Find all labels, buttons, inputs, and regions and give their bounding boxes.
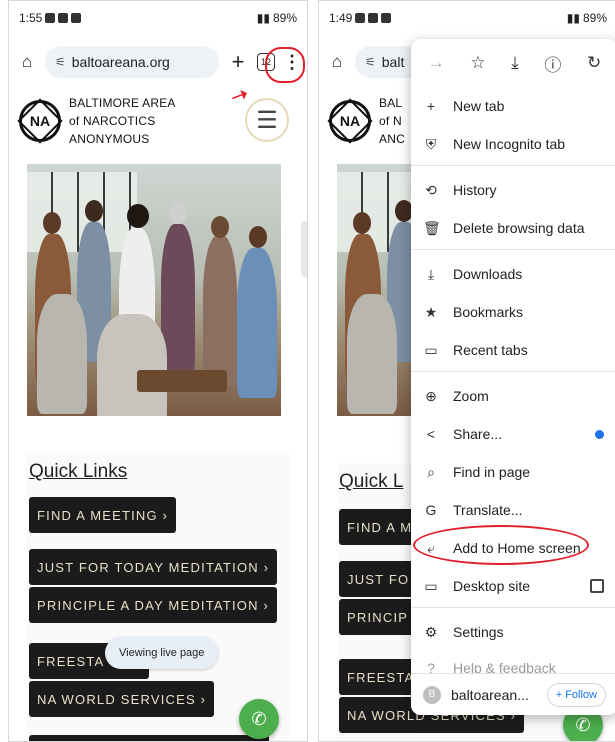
follow-site-bar: B baltoarean... + Follow (411, 673, 615, 715)
battery-level: 89% (582, 11, 607, 25)
principle-a-day-button[interactable]: PRINCIP (339, 599, 419, 635)
na-logo[interactable]: NA (19, 100, 61, 142)
forward-icon[interactable]: → (428, 53, 445, 73)
download-icon[interactable]: ⤓ (511, 53, 519, 73)
hamburger-menu-icon[interactable]: ☰ (245, 98, 289, 142)
viewing-live-page-toast: Viewing live page (105, 637, 219, 669)
menu-item-new-tab[interactable]: + New tab (411, 87, 615, 125)
gear-icon: ⚙ (424, 623, 438, 640)
share-icon: < (426, 426, 436, 442)
annotation-circle-menu-button (265, 47, 305, 83)
menu-item-incognito[interactable]: ⛨ New Incognito tab (411, 125, 615, 163)
link-button[interactable] (29, 735, 269, 741)
find-a-meeting-button[interactable]: FIND A MEETING › (29, 497, 177, 533)
quick-links-section: Quick Links FIND A MEETING › JUST FOR TO… (27, 453, 289, 741)
signal-icon: ▮▮ (256, 11, 270, 25)
site-domain: baltoarean... (451, 686, 529, 703)
status-time: 1:49 (329, 11, 353, 25)
site-name[interactable]: BAL of N ANC (379, 94, 405, 148)
new-badge-dot (595, 429, 604, 439)
trash-icon: 🗑 (423, 219, 441, 236)
menu-item-history[interactable]: ⟲ History (411, 171, 615, 209)
notification-icon (45, 13, 56, 23)
phone-call-icon[interactable]: ✆ (239, 699, 279, 739)
menu-item-zoom[interactable]: ⊕ Zoom (411, 377, 615, 415)
just-for-today-button[interactable]: JUST FO (339, 561, 419, 597)
principle-a-day-button[interactable]: PRINCIPLE A DAY MEDITATION › (29, 587, 278, 623)
quick-links-title[interactable]: Quick L (339, 471, 403, 493)
site-name[interactable]: BALTIMORE AREA of NARCOTICS ANONYMOUS (69, 94, 176, 148)
signal-icon: ▮▮ (566, 11, 580, 25)
site-settings-icon[interactable]: ⚟ (55, 55, 66, 69)
site-header: NA BALTIMORE AREA of NARCOTICS ANONYMOUS… (9, 87, 307, 155)
freestate-button[interactable]: FREESTA (339, 659, 419, 695)
site-settings-icon[interactable]: ⚟ (365, 55, 376, 69)
annotation-ellipse-add-to-home (413, 525, 589, 565)
menu-item-desktop-site[interactable]: ▭ Desktop site (411, 567, 615, 605)
left-phone-screenshot: 1:55 ▮▮ 89% ⌂ ⚟ baltoareana.org + 12 ⋮ ➝… (8, 0, 308, 742)
notification-icon (58, 13, 69, 23)
home-icon[interactable]: ⌂ (327, 52, 347, 72)
star-icon[interactable]: ☆ (470, 53, 485, 73)
status-time: 1:55 (19, 11, 43, 25)
url-text: baltoareana.org (71, 54, 170, 70)
table (137, 370, 227, 392)
find-icon: ⌕ (427, 463, 435, 480)
url-text: balt (381, 54, 405, 70)
menu-item-settings[interactable]: ⚙ Settings (411, 613, 615, 651)
battery-level: 89% (272, 11, 297, 25)
find-a-meeting-button[interactable]: FIND A M (339, 509, 419, 545)
incognito-icon: ⛨ (425, 135, 437, 152)
quick-links-title[interactable]: Quick Links (29, 461, 127, 483)
just-for-today-button[interactable]: JUST FOR TODAY MEDITATION › (29, 549, 278, 585)
menu-item-find-in-page[interactable]: ⌕ Find in page (411, 453, 615, 491)
menu-item-recent-tabs[interactable]: ▭ Recent tabs (411, 331, 615, 369)
na-logo[interactable]: NA (329, 100, 371, 142)
group-meeting-photo (27, 164, 281, 416)
browser-toolbar: ⌂ ⚟ baltoareana.org + 12 ⋮ (9, 41, 307, 83)
new-tab-button[interactable]: + (227, 49, 249, 75)
browser-overflow-menu: → ☆ ⤓ ⓘ ↻ + New tab ⛨ New Incognito tab … (411, 39, 615, 715)
desktop-site-checkbox[interactable] (590, 579, 604, 593)
notification-icon (71, 13, 82, 23)
star-icon: ★ (424, 303, 438, 320)
menu-item-delete-data[interactable]: 🗑 Delete browsing data (411, 209, 615, 247)
info-icon[interactable]: ⓘ (544, 51, 561, 76)
menu-item-translate[interactable]: G Translate... (411, 491, 615, 529)
menu-item-bookmarks[interactable]: ★ Bookmarks (411, 293, 615, 331)
status-bar: 1:49 ▮▮ 89% (319, 1, 615, 35)
translate-icon: G (425, 502, 437, 518)
menu-item-downloads[interactable]: ⤓ Downloads (411, 255, 615, 293)
download-icon: ⤓ (427, 265, 435, 282)
new-tab-icon: + (426, 98, 436, 114)
site-favicon: B (423, 685, 441, 704)
notification-icon (381, 13, 392, 23)
follow-button[interactable]: + Follow (546, 682, 606, 707)
menu-item-share[interactable]: < Share... (411, 415, 615, 453)
history-icon: ⟲ (425, 181, 437, 198)
zoom-icon: ⊕ (425, 387, 437, 404)
address-bar[interactable]: ⚟ baltoareana.org (45, 46, 219, 78)
notification-icon (368, 13, 379, 23)
menu-toolbar: → ☆ ⤓ ⓘ ↻ (411, 39, 615, 87)
notification-icon (355, 13, 366, 23)
desktop-icon: ▭ (424, 577, 438, 594)
home-icon[interactable]: ⌂ (17, 52, 37, 72)
recent-tabs-icon: ▭ (424, 341, 438, 358)
na-world-services-button[interactable]: NA WORLD SERVICES › (29, 681, 215, 717)
status-bar: 1:55 ▮▮ 89% (9, 1, 307, 35)
refresh-icon[interactable]: ↻ (587, 53, 601, 73)
right-phone-screenshot: 1:49 ▮▮ 89% ⌂ ⚟ balt NA BAL of N ANC Qui… (318, 0, 615, 742)
